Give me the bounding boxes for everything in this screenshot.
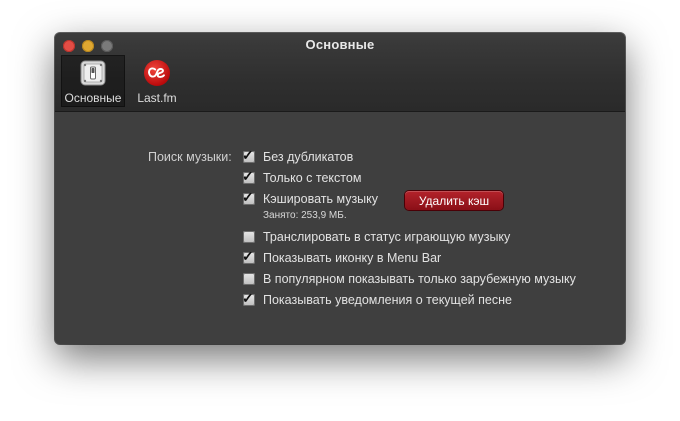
option-cache-music[interactable]: ✓ Кэшировать музыку [242,189,379,207]
option-label: Кэшировать музыку [263,192,379,206]
checkbox[interactable] [243,231,255,243]
option-song-notifications[interactable]: ✓ Показывать уведомления о текущей песне [242,290,512,308]
checkbox[interactable]: ✓ [242,147,255,163]
toolbar-item-general[interactable]: Основные [61,55,125,107]
checkmark-icon: ✓ [242,248,254,264]
option-no-duplicates[interactable]: ✓ Без дубликатов [242,147,354,165]
checkmark-icon: ✓ [242,290,254,306]
option-label: Показывать иконку в Menu Bar [263,251,442,265]
checkbox[interactable] [243,273,255,285]
cache-size-info: Занято: 253,9 МБ. [263,210,347,221]
clear-cache-button[interactable]: Удалить кэш [405,191,503,210]
option-broadcast-status[interactable]: Транслировать в статус играющую музыку [243,229,510,245]
option-foreign-only-popular[interactable]: В популярном показывать только зарубежну… [243,271,576,287]
option-label: Без дубликатов [263,150,354,164]
checkbox[interactable]: ✓ [242,290,255,306]
option-label: Только с текстом [263,171,362,185]
switch-icon [79,59,107,87]
checkbox[interactable]: ✓ [242,248,255,264]
checkmark-icon: ✓ [242,168,254,184]
settings-panel: Поиск музыки: ✓ Без дубликатов ✓ Только … [55,112,625,344]
option-label: В популярном показывать только зарубежну… [263,272,576,286]
toolbar-label-general: Основные [64,91,122,105]
music-search-label: Поиск музыки: [148,150,232,164]
preferences-window: Основные Основные Last.fm Поиск музыки: … [55,33,625,344]
checkbox[interactable]: ✓ [242,189,255,205]
lastfm-icon [143,59,171,87]
option-menubar-icon[interactable]: ✓ Показывать иконку в Menu Bar [242,248,442,266]
toolbar-item-lastfm[interactable]: Last.fm [131,55,183,107]
checkmark-icon: ✓ [242,189,254,205]
checkbox[interactable]: ✓ [242,168,255,184]
option-label: Показывать уведомления о текущей песне [263,293,512,307]
option-label: Транслировать в статус играющую музыку [263,230,511,244]
toolbar-label-lastfm: Last.fm [137,91,177,105]
window-title: Основные [305,37,375,52]
checkmark-icon: ✓ [242,147,254,163]
title-bar: Основные Основные Last.fm [55,33,625,112]
option-only-with-lyrics[interactable]: ✓ Только с текстом [242,168,362,186]
